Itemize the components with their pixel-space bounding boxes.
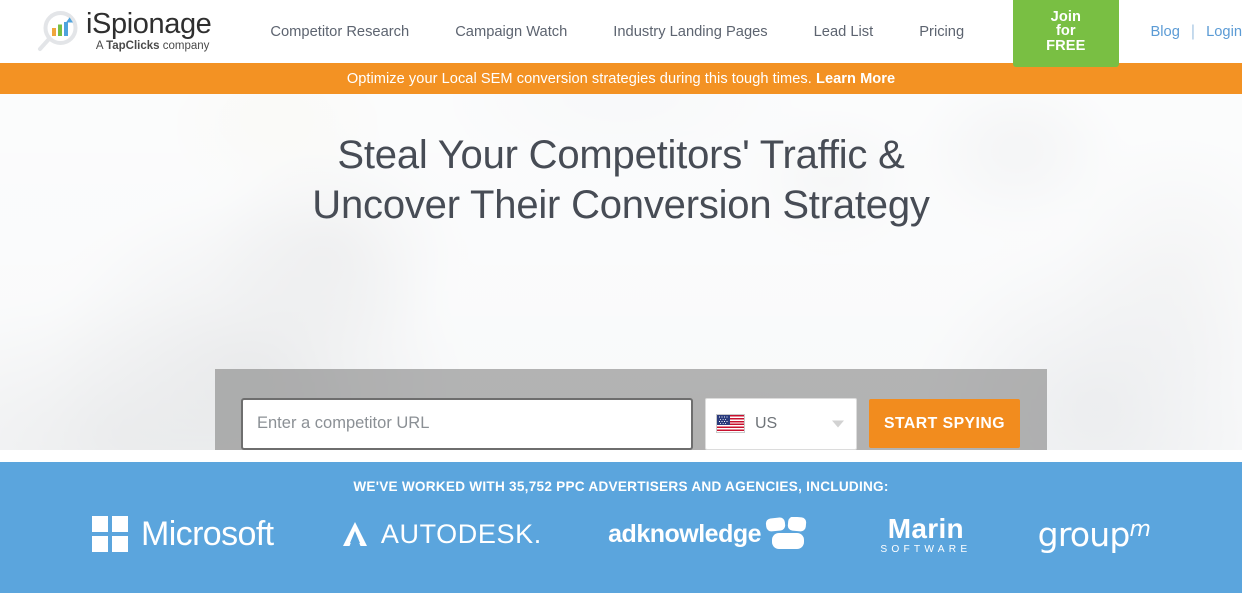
hero-section: Steal Your Competitors' Traffic & Uncove… [0, 94, 1242, 450]
start-spying-button[interactable]: START SPYING [869, 399, 1020, 448]
promo-banner-text: Optimize your Local SEM conversion strat… [347, 71, 895, 87]
microsoft-logo: Microsoft [92, 508, 274, 560]
groupm-word: group [1037, 514, 1131, 554]
auth-separator: | [1190, 22, 1196, 40]
adknowledge-logo: adknowledge [608, 508, 814, 560]
site-header: iSpionage A TapClicks company Competitor… [0, 0, 1242, 68]
nav-item-industry-landing-pages[interactable]: Industry Landing Pages [590, 24, 790, 40]
autodesk-mark-icon [340, 519, 370, 549]
hero-content: Steal Your Competitors' Traffic & Uncove… [0, 94, 1242, 230]
groupm-logo-label: groupm [1037, 514, 1151, 554]
clients-section: WE'VE WORKED WITH 35,752 PPC ADVERTISERS… [0, 462, 1242, 593]
client-logo-row: Microsoft AUTODESK. adknowledge Marin SO… [0, 494, 1242, 560]
marin-software-logo: Marin SOFTWARE [880, 508, 971, 560]
autodesk-logo-label: AUTODESK. [380, 518, 542, 549]
nav-item-lead-list[interactable]: Lead List [791, 24, 897, 40]
nav-item-pricing[interactable]: Pricing [896, 24, 987, 40]
page-title: Steal Your Competitors' Traffic & Uncove… [0, 130, 1242, 230]
login-link[interactable]: Login [1206, 24, 1242, 40]
competitor-search-form: US START SPYING [215, 369, 1047, 450]
nav-item-campaign-watch[interactable]: Campaign Watch [432, 24, 590, 40]
nav-item-competitor-research[interactable]: Competitor Research [247, 24, 432, 40]
headline-line-2: Uncover Their Conversion Strategy [312, 183, 930, 227]
adknowledge-logo-label: adknowledge [608, 519, 762, 548]
groupm-logo: groupm [1037, 508, 1151, 560]
auth-links: Blog | Login [1151, 23, 1242, 41]
tagline-prefix: A [95, 39, 107, 52]
competitor-url-input[interactable] [241, 397, 693, 450]
us-flag-icon [716, 414, 745, 433]
magnifier-barchart-icon [36, 9, 82, 55]
landing-page: iSpionage A TapClicks company Competitor… [0, 0, 1242, 603]
brand-text: iSpionage A TapClicks company [86, 7, 212, 53]
headline-line-1: Steal Your Competitors' Traffic & [337, 133, 905, 177]
tagline-suffix: company [159, 39, 210, 52]
brand-name: iSpionage [86, 7, 212, 40]
adknowledge-cloud-icon [764, 516, 814, 551]
clients-title: WE'VE WORKED WITH 35,752 PPC ADVERTISERS… [353, 479, 889, 494]
microsoft-squares-icon [92, 516, 128, 552]
learn-more-link[interactable]: Learn More [816, 71, 895, 87]
tagline-strong: TapClicks [106, 39, 160, 52]
country-select[interactable]: US [705, 397, 857, 450]
main-nav: Competitor Research Campaign Watch Indus… [247, 0, 1242, 68]
page-bottom-spacer [0, 593, 1242, 603]
promo-banner[interactable]: Optimize your Local SEM conversion strat… [0, 63, 1242, 94]
autodesk-logo: AUTODESK. [340, 508, 542, 560]
brand-logo[interactable]: iSpionage A TapClicks company [36, 7, 212, 57]
join-for-free-button[interactable]: Join for FREE [1013, 0, 1119, 68]
brand-tagline: A TapClicks company [86, 39, 211, 53]
country-select-value: US [755, 414, 778, 432]
microsoft-logo-label: Microsoft [141, 515, 274, 553]
marin-logo-sublabel: SOFTWARE [880, 543, 972, 555]
blog-link[interactable]: Blog [1151, 24, 1180, 40]
marin-logo-label: Marin [887, 512, 964, 544]
promo-message: Optimize your Local SEM conversion strat… [346, 70, 816, 87]
chevron-down-icon [832, 420, 844, 427]
groupm-superscript: m [1129, 516, 1151, 542]
